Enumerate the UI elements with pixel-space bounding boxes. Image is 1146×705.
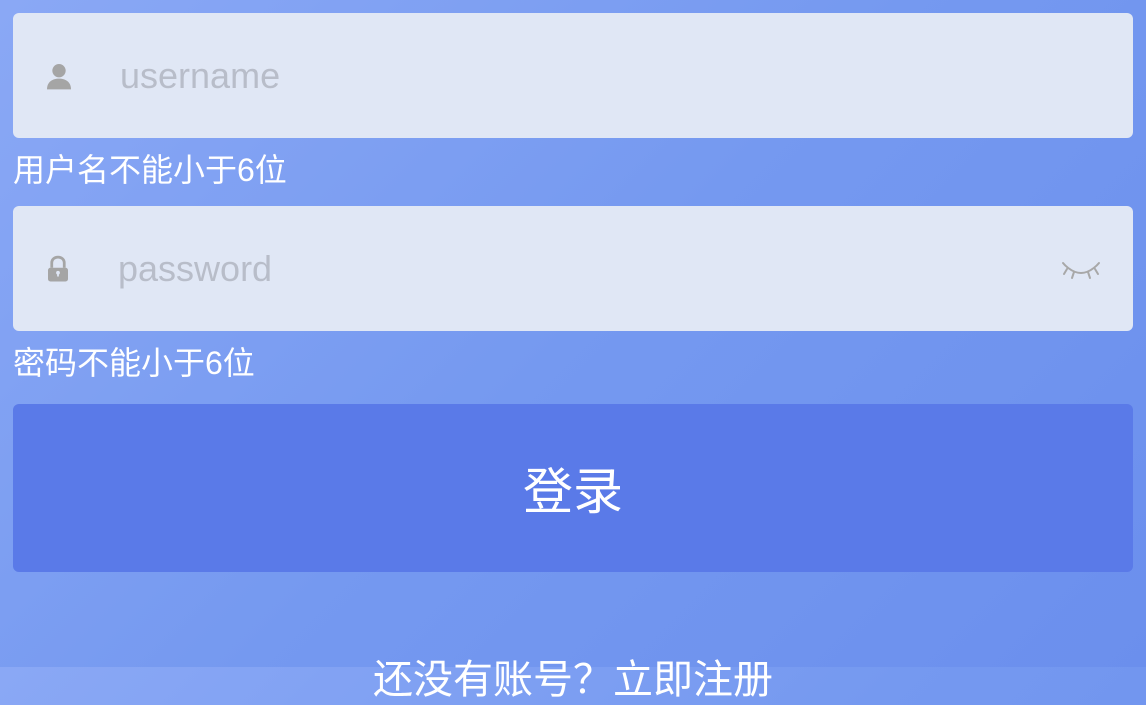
username-input[interactable]: [120, 55, 1103, 97]
register-link[interactable]: 还没有账号？立即注册: [373, 658, 773, 702]
password-input[interactable]: [118, 248, 1044, 290]
login-form: 用户名不能小于6位 密码不能小于6位 登录 还没有账号？立即注册: [13, 13, 1133, 705]
register-prompt-wrapper: 还没有账号？立即注册: [13, 647, 1133, 705]
username-input-wrapper: [13, 13, 1133, 138]
eye-closed-icon[interactable]: [1059, 255, 1103, 283]
lock-icon: [43, 251, 73, 287]
password-error: 密码不能小于6位: [13, 331, 1133, 399]
password-input-wrapper: [13, 206, 1133, 331]
user-icon: [43, 58, 75, 94]
login-button[interactable]: 登录: [13, 404, 1133, 572]
username-error: 用户名不能小于6位: [13, 138, 1133, 206]
